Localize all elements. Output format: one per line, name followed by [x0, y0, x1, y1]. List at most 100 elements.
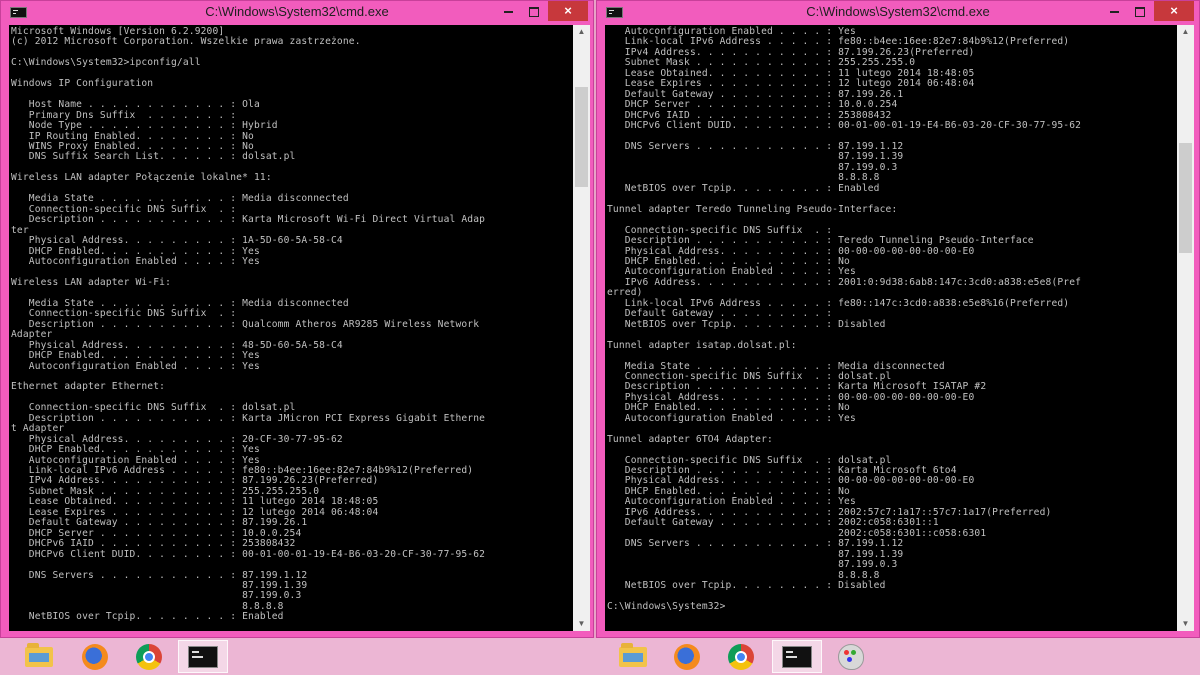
taskbar-file-explorer[interactable] [14, 640, 64, 673]
scroll-up-arrow-icon[interactable]: ▲ [1177, 25, 1194, 39]
console-line: Physical Address. . . . . . . . . : 00-0… [607, 391, 975, 403]
console-line: NetBIOS over Tcpip. . . . . . . . : Enab… [11, 611, 284, 623]
console-line: Connection-specific DNS Suffix . : [11, 203, 237, 215]
console-line: Description . . . . . . . . . . . : Kart… [11, 412, 486, 424]
vertical-scrollbar[interactable]: ▲ ▼ [1177, 25, 1194, 631]
console-line: Link-local IPv6 Address . . . . . : fe80… [607, 36, 1070, 48]
title-bar[interactable]: C:\Windows\System32\cmd.exe × [597, 1, 1199, 24]
console-line: Default Gateway . . . . . . . . . : 2002… [607, 517, 939, 529]
console-line: Description . . . . . . . . . . . : Qual… [11, 318, 480, 330]
minimize-button[interactable] [1101, 1, 1127, 21]
console-line: Wireless LAN adapter Połączenie lokalne*… [11, 172, 272, 184]
taskbar [0, 638, 1200, 675]
console-line: Physical Address. . . . . . . . . : 00-0… [607, 475, 975, 487]
taskbar-cmd[interactable] [178, 640, 228, 673]
console-line: WINS Proxy Enabled. . . . . . . . : No [11, 140, 254, 152]
console-line: Primary Dns Suffix . . . . . . . : [11, 109, 237, 121]
firefox-icon [674, 643, 700, 670]
minimize-button[interactable] [495, 1, 521, 21]
taskbar-chrome[interactable] [124, 640, 174, 673]
console-output[interactable]: Autoconfiguration Enabled . . . . : Yes … [605, 25, 1177, 631]
maximize-button[interactable] [1127, 1, 1153, 21]
taskbar-chrome[interactable] [716, 640, 766, 673]
console-line: Autoconfiguration Enabled . . . . : Yes [607, 496, 856, 508]
console-line: Default Gateway . . . . . . . . . : [607, 308, 833, 320]
console-line: 87.199.0.3 [11, 590, 302, 602]
console-line: NetBIOS over Tcpip. . . . . . . . : Disa… [607, 318, 886, 330]
console-line: DNS Servers . . . . . . . . . . . : 87.1… [607, 538, 904, 550]
console-line: DNS Servers . . . . . . . . . . . : 87.1… [607, 140, 904, 152]
console-line: IPv4 Address. . . . . . . . . . . : 87.1… [11, 475, 379, 487]
console-line: Connection-specific DNS Suffix . : dolsa… [607, 370, 892, 382]
console-line: Autoconfiguration Enabled . . . . : Yes [11, 255, 260, 267]
console-line: DHCP Enabled. . . . . . . . . . . : Yes [11, 350, 260, 362]
console-line: Default Gateway . . . . . . . . . : 87.1… [607, 88, 904, 100]
console-line: C:\Windows\System32>ipconfig/all [11, 57, 201, 69]
console-line: DHCP Server . . . . . . . . . . . : 10.0… [11, 527, 302, 539]
maximize-button[interactable] [521, 1, 547, 21]
console-text: Autoconfiguration Enabled . . . . : Yes … [605, 25, 1177, 612]
scrollbar-thumb[interactable] [1179, 143, 1192, 253]
console-line: Subnet Mask . . . . . . . . . . . : 255.… [11, 485, 320, 497]
console-line: Lease Expires . . . . . . . . . . : 12 l… [11, 506, 379, 518]
console-line: Link-local IPv6 Address . . . . . : fe80… [607, 297, 1070, 309]
console-line: Connection-specific DNS Suffix . : dolsa… [607, 454, 892, 466]
console-line: 8.8.8.8 [607, 569, 880, 581]
console-line: Physical Address. . . . . . . . . : 00-0… [607, 245, 975, 257]
console-line: Adapter [11, 329, 53, 341]
console-line: Default Gateway . . . . . . . . . : 87.1… [11, 517, 308, 529]
taskbar-firefox[interactable] [70, 640, 120, 673]
taskbar-file-explorer[interactable] [608, 640, 658, 673]
console-line: IPv6 Address. . . . . . . . . . . : 2001… [607, 276, 1082, 288]
console-line: DHCP Enabled. . . . . . . . . . . : No [607, 402, 850, 414]
console-line: DHCPv6 Client DUID. . . . . . . . : 00-0… [11, 548, 486, 560]
taskbar-firefox[interactable] [662, 640, 712, 673]
console-line: NetBIOS over Tcpip. . . . . . . . : Disa… [607, 580, 886, 592]
console-line: ter [11, 224, 29, 236]
console-output[interactable]: Microsoft Windows [Version 6.2.9200] (c)… [9, 25, 573, 631]
cmd-icon [188, 645, 218, 668]
close-button[interactable]: × [548, 1, 588, 21]
file-explorer-icon [619, 642, 647, 667]
console-text: Microsoft Windows [Version 6.2.9200] (c)… [9, 25, 573, 623]
cmd-window-right[interactable]: C:\Windows\System32\cmd.exe × Autoconfig… [596, 0, 1200, 638]
console-line: C:\Windows\System32> [607, 600, 726, 612]
console-line: Autoconfiguration Enabled . . . . : Yes [11, 360, 260, 372]
console-line: Autoconfiguration Enabled . . . . : Yes [11, 454, 260, 466]
console-line: Description . . . . . . . . . . . : Kart… [11, 214, 486, 226]
console-line: Media State . . . . . . . . . . . : Medi… [11, 193, 349, 205]
console-line: DHCP Enabled. . . . . . . . . . . : No [607, 485, 850, 497]
console-line: DNS Servers . . . . . . . . . . . : 87.1… [11, 569, 308, 581]
console-line: 8.8.8.8 [607, 172, 880, 184]
scroll-down-arrow-icon[interactable]: ▼ [573, 617, 590, 631]
console-line: DHCP Enabled. . . . . . . . . . . : Yes [11, 444, 260, 456]
console-line: Tunnel adapter Teredo Tunneling Pseudo-I… [607, 203, 898, 215]
console-line: Subnet Mask . . . . . . . . . . . : 255.… [607, 57, 916, 69]
console-line: Host Name . . . . . . . . . . . . : Ola [11, 99, 260, 111]
cmd-icon [782, 645, 812, 668]
taskbar-cmd[interactable] [772, 640, 822, 673]
scrollbar-thumb[interactable] [575, 87, 588, 187]
console-line: Physical Address. . . . . . . . . : 1A-5… [11, 235, 343, 247]
cmd-window-left[interactable]: C:\Windows\System32\cmd.exe × Microsoft … [0, 0, 594, 638]
console-line: erred) [607, 287, 643, 299]
console-line: 2002:c058:6301::c058:6301 [607, 527, 987, 539]
console-line: Link-local IPv6 Address . . . . . : fe80… [11, 465, 474, 477]
firefox-icon [82, 643, 108, 670]
console-line: 87.199.1.39 [607, 151, 904, 163]
vertical-scrollbar[interactable]: ▲ ▼ [573, 25, 590, 631]
taskbar-paint[interactable] [826, 640, 876, 673]
console-line: Physical Address. . . . . . . . . : 20-C… [11, 433, 343, 445]
scroll-up-arrow-icon[interactable]: ▲ [573, 25, 590, 39]
console-line: Node Type . . . . . . . . . . . . : Hybr… [11, 120, 278, 132]
console-line: DHCP Enabled. . . . . . . . . . . : No [607, 255, 850, 267]
console-line: DHCPv6 IAID . . . . . . . . . . . : 2538… [607, 109, 892, 121]
close-button[interactable]: × [1154, 1, 1194, 21]
console-line: NetBIOS over Tcpip. . . . . . . . : Enab… [607, 182, 880, 194]
console-line: Connection-specific DNS Suffix . : [607, 224, 833, 236]
title-bar[interactable]: C:\Windows\System32\cmd.exe × [1, 1, 593, 24]
console-line: Lease Expires . . . . . . . . . . : 12 l… [607, 78, 975, 90]
scroll-down-arrow-icon[interactable]: ▼ [1177, 617, 1194, 631]
chrome-icon [728, 643, 754, 670]
console-line: Lease Obtained. . . . . . . . . . : 11 l… [607, 67, 975, 79]
